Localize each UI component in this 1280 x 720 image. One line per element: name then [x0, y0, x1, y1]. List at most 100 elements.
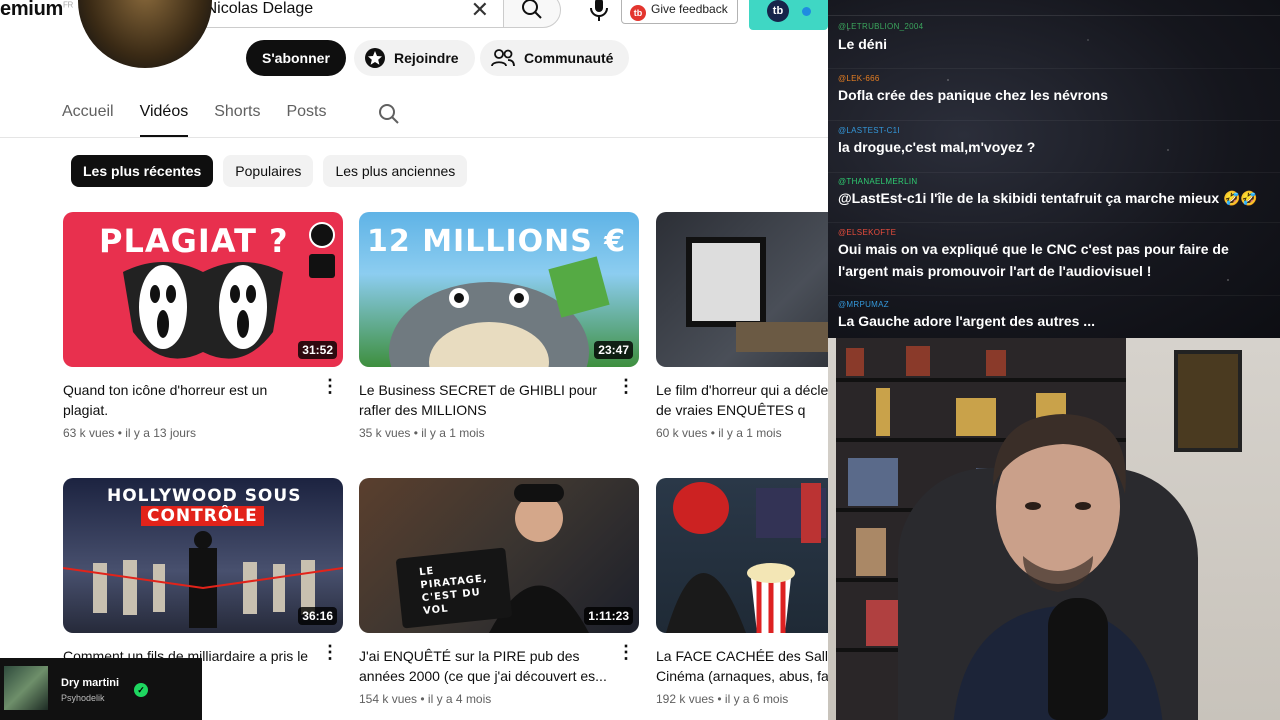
chat-text: La Gauche adore l'argent des autres ... — [838, 313, 1095, 329]
video-card[interactable]: 12 MILLIONS € 23:47 Le Business SECRET d… — [359, 212, 639, 440]
video-age: il y a 13 jours — [125, 426, 196, 440]
voice-search-button[interactable] — [586, 0, 612, 24]
video-views: 60 k vues — [656, 426, 708, 440]
now-playing-widget: Dry martini Psyhodelik ✓ — [0, 658, 202, 720]
feedback-logo-icon: tb — [630, 5, 646, 21]
more-options-icon[interactable]: ⋮ — [321, 377, 339, 395]
chip-popular[interactable]: Populaires — [223, 155, 314, 187]
search-button[interactable] — [503, 0, 561, 28]
video-age: il y a 1 mois — [718, 426, 782, 440]
extension-logo-icon: tb — [767, 0, 789, 22]
video-card[interactable]: PLAGIAT ? 31:52 Quand ton icône d'horreu… — [63, 212, 343, 440]
video-title[interactable]: J'ai ENQUÊTÉ sur la PIRE pub des années … — [359, 646, 609, 686]
video-thumbnail[interactable]: HOLLYWOOD SOUS CONTRÔLE 36:16 — [63, 478, 343, 633]
streaming-microphone — [1048, 598, 1108, 720]
join-button[interactable]: Rejoindre — [354, 40, 475, 76]
webcam-feed — [828, 338, 1280, 720]
community-button[interactable]: Communauté — [480, 40, 630, 76]
chat-username: @MRPUMAZ — [838, 300, 889, 309]
chat-text: Dofla crée des panique chez les névrons — [838, 87, 1108, 103]
clear-search-icon[interactable]: ✕ — [471, 0, 489, 23]
chat-text: la drogue,c'est mal,m'voyez ? — [838, 139, 1036, 155]
video-meta: 154 k vues • il y a 4 mois — [359, 692, 492, 706]
video-views: 35 k vues — [359, 426, 411, 440]
star-badge-icon — [365, 48, 385, 68]
video-card[interactable]: LE PIRATAGE, C'EST DU VOL 1:11:23 J'ai E… — [359, 478, 639, 706]
video-thumbnail[interactable]: PLAGIAT ? 31:52 — [63, 212, 343, 367]
brand-region: FR — [62, 0, 74, 10]
chat-message: @ELSEKOFTE Oui mais on va expliqué que l… — [828, 223, 1280, 296]
tab-videos[interactable]: Vidéos — [139, 103, 189, 137]
chat-username: @LEK-666 — [838, 74, 880, 83]
video-views: 63 k vues — [63, 426, 115, 440]
tabs-divider — [0, 137, 828, 138]
watch-later-icon[interactable] — [309, 222, 335, 248]
channel-avatar[interactable] — [78, 0, 212, 68]
chat-message: @LASTEST-C1I la drogue,c'est mal,m'voyez… — [828, 121, 1280, 173]
video-meta: 60 k vues • il y a 1 mois — [656, 426, 782, 440]
video-duration: 36:16 — [298, 607, 337, 625]
video-thumbnail[interactable] — [656, 478, 828, 633]
video-title[interactable]: La FACE CACHÉE des Salles de Cinéma (arn… — [656, 646, 828, 686]
tab-home[interactable]: Accueil — [62, 103, 114, 137]
youtube-page: emiumFR Paf & Nicolas Delage ✕ tb Give fe… — [0, 0, 828, 720]
channel-search-button[interactable] — [377, 102, 401, 131]
chat-username: @LETRUBLION_2004 — [838, 22, 924, 31]
video-thumbnail[interactable]: LE PIRATAGE, C'EST DU VOL 1:11:23 — [359, 478, 639, 633]
thumbnail-text: LE PIRATAGE, C'EST DU VOL — [418, 565, 489, 618]
video-duration: 23:47 — [594, 341, 633, 359]
more-options-icon[interactable]: ⋮ — [617, 377, 635, 395]
chip-oldest[interactable]: Les plus anciennes — [323, 155, 468, 187]
video-card[interactable]: Le film d'horreur qui a déclenché plus d… — [656, 212, 828, 440]
video-card[interactable]: La FACE CACHÉE des Salles de Cinéma (arn… — [656, 478, 828, 706]
microphone-icon — [590, 0, 608, 21]
video-age: il y a 1 mois — [421, 426, 485, 440]
sort-chips: Les plus récentes Populaires Les plus an… — [71, 155, 468, 187]
chat-message: @MRPUMAZ La Gauche adore l'argent des au… — [828, 296, 1280, 338]
wall-poster — [1174, 350, 1242, 452]
cinema-popcorn-illustration — [666, 482, 826, 633]
liked-check-icon: ✓ — [134, 683, 148, 697]
tab-posts[interactable]: Posts — [286, 103, 326, 137]
feedback-label: Give feedback — [651, 2, 728, 16]
chat-text: Oui mais on va expliqué que le CNC c'est… — [838, 241, 1229, 279]
video-views: 192 k vues — [656, 692, 715, 706]
video-thumbnail[interactable]: 12 MILLIONS € 23:47 — [359, 212, 639, 367]
brand-text: emium — [0, 0, 63, 20]
chat-username: @LASTEST-C1I — [838, 126, 900, 135]
channel-tabs: Accueil Vidéos Shorts Posts — [62, 103, 326, 137]
community-label: Communauté — [524, 50, 614, 66]
song-title: Dry martini — [61, 677, 120, 689]
search-icon — [522, 0, 542, 19]
more-options-icon[interactable]: ⋮ — [321, 643, 339, 661]
chat-message-cutoff — [828, 0, 1280, 16]
video-thumbnail[interactable] — [656, 212, 828, 367]
video-meta: 63 k vues • il y a 13 jours — [63, 426, 196, 440]
add-to-queue-icon[interactable] — [309, 254, 335, 278]
chat-text: Le déni — [838, 36, 888, 52]
video-age: il y a 6 mois — [724, 692, 789, 706]
stream-chat: @LETRUBLION_2004 Le déni @LEK-666 Dofla … — [828, 0, 1280, 338]
video-card[interactable]: HOLLYWOOD SOUS CONTRÔLE 36:16 Comment un… — [63, 478, 343, 686]
chat-text: @LastEst-c1i l'île de la skibidi tentafr… — [838, 190, 1258, 206]
brand-logo[interactable]: emiumFR — [0, 0, 73, 21]
chat-message: @LETRUBLION_2004 Le déni — [828, 17, 1280, 69]
chip-latest[interactable]: Les plus récentes — [71, 155, 214, 187]
chat-message: @LEK-666 Dofla crée des panique chez les… — [828, 69, 1280, 121]
song-artist: Psyhodelik — [61, 693, 105, 703]
more-options-icon[interactable]: ⋮ — [617, 643, 635, 661]
video-meta: 35 k vues • il y a 1 mois — [359, 426, 485, 440]
chat-username: @THANAELMERLIN — [838, 177, 918, 186]
give-feedback-button[interactable]: tb Give feedback — [621, 0, 738, 24]
subscribe-button[interactable]: S'abonner — [246, 40, 346, 76]
people-icon — [491, 49, 515, 67]
video-title[interactable]: Le film d'horreur qui a déclenché plus d… — [656, 380, 828, 420]
subscribe-label: S'abonner — [262, 50, 330, 66]
tab-shorts[interactable]: Shorts — [214, 103, 260, 137]
video-title[interactable]: Quand ton icône d'horreur est un plagiat… — [63, 380, 313, 420]
extension-button[interactable]: tb — [749, 0, 828, 30]
video-meta: 192 k vues • il y a 6 mois — [656, 692, 789, 706]
video-views: 154 k vues — [359, 692, 418, 706]
video-title[interactable]: Le Business SECRET de GHIBLI pour rafler… — [359, 380, 609, 420]
join-label: Rejoindre — [394, 50, 459, 66]
